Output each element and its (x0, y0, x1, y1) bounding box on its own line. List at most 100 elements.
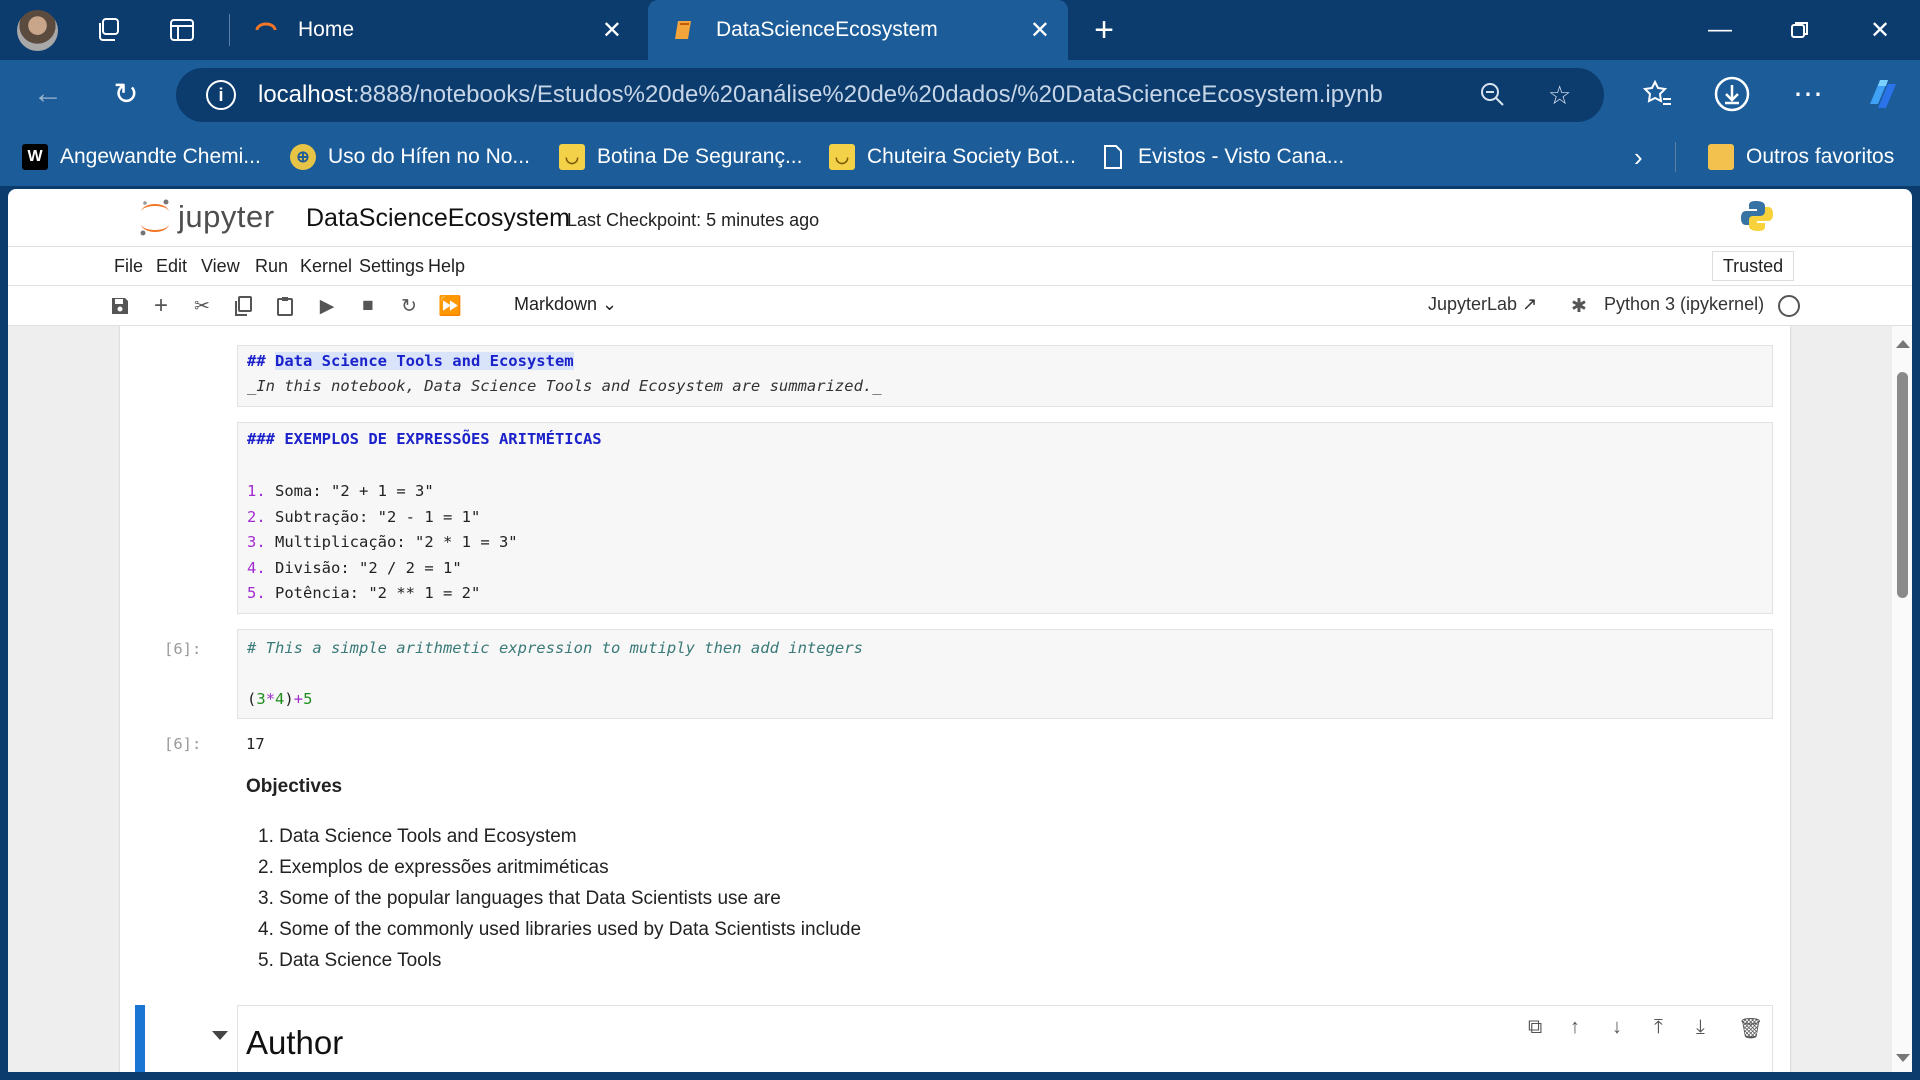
vertical-tabs-icon[interactable] (166, 14, 198, 46)
code-output: 17 (246, 735, 265, 753)
more-bookmarks-chevron-icon[interactable]: › (1634, 142, 1643, 172)
minimize-icon[interactable]: — (1680, 0, 1760, 60)
kernel-name[interactable]: Python 3 (ipykernel) (1604, 294, 1764, 315)
list-item: 5. Data Science Tools (258, 950, 442, 971)
author-heading: Author (246, 1024, 344, 1061)
menu-run[interactable]: Run (255, 256, 288, 277)
python-logo-icon (1740, 199, 1774, 238)
shop-icon: ◡ (559, 144, 585, 170)
notebook-scrollbar[interactable] (1892, 326, 1912, 1072)
list-item: 3. Multiplicação: "2 * 1 = 3" (247, 533, 518, 551)
site-icon: ⊕ (290, 144, 316, 170)
bookmark-hifen[interactable]: ⊕ Uso do Hífen no No... (290, 142, 530, 172)
bookmark-divider (1675, 142, 1676, 172)
cell-type-value: Markdown (514, 294, 598, 314)
code-cell[interactable]: # This a simple arithmetic expression to… (237, 629, 1773, 719)
scroll-up-icon[interactable] (1896, 340, 1910, 348)
browser-tab-bar: Home ✕ DataScienceEcosystem ✕ + — ✕ (0, 0, 1920, 60)
markdown-cell-title[interactable]: ## Data Science Tools and Ecosystem _In … (237, 345, 1773, 407)
notebook-name[interactable]: DataScienceEcosystem (306, 204, 570, 233)
markdown-cell-author[interactable]: Author ⧉ ↑ ↓ ⤒ ⤓ 🗑 (237, 1005, 1773, 1072)
close-tab-icon[interactable]: ✕ (602, 16, 622, 45)
close-tab-icon[interactable]: ✕ (1030, 16, 1050, 45)
md-heading: Data Science Tools and Ecosystem (275, 352, 574, 370)
cut-icon[interactable]: ✂ (189, 293, 215, 319)
scroll-down-icon[interactable] (1896, 1054, 1910, 1062)
restart-kernel-icon[interactable]: ↻ (396, 293, 422, 319)
active-cell-indicator[interactable] (135, 1005, 145, 1072)
favorite-star-icon[interactable]: ☆ (1548, 80, 1571, 111)
list-item: 1. Soma: "2 + 1 = 3" (247, 482, 434, 500)
menu-file[interactable]: File (114, 256, 143, 277)
paste-icon[interactable] (272, 293, 298, 319)
menu-edit[interactable]: Edit (156, 256, 187, 277)
scroll-thumb[interactable] (1897, 372, 1908, 598)
output-prompt: [6]: (164, 735, 202, 753)
move-down-icon[interactable]: ↓ (1612, 1016, 1622, 1039)
jupyterlab-label: JupyterLab (1428, 294, 1518, 314)
jupyter-header: jupyter DataScienceEcosystem Last Checkp… (8, 189, 1912, 247)
delete-cell-icon[interactable]: 🗑 (1738, 1016, 1763, 1041)
code-expression: (3*4)+5 (247, 690, 313, 708)
profile-avatar[interactable] (17, 10, 58, 51)
move-up-icon[interactable]: ↑ (1570, 1016, 1580, 1039)
collapse-heading-icon[interactable] (212, 1031, 228, 1040)
bookmark-chuteira[interactable]: ◡ Chuteira Society Bot... (829, 142, 1076, 172)
menu-bar: File Edit View Run Kernel Settings Help … (8, 247, 1912, 286)
cell-type-select[interactable]: Markdown ⌄ (514, 294, 617, 315)
tab-title: Home (298, 18, 355, 41)
folder-icon (1708, 144, 1734, 170)
objectives-heading: Objectives (246, 776, 343, 797)
run-all-icon[interactable]: ⏩ (437, 293, 463, 319)
chevron-down-icon: ⌄ (602, 294, 618, 314)
restore-icon[interactable] (1760, 0, 1840, 60)
more-options-icon[interactable]: ⋯ (1788, 74, 1828, 114)
tab-datascienceecosystem[interactable]: DataScienceEcosystem ✕ (648, 0, 1068, 60)
site-info-icon[interactable]: i (206, 80, 236, 110)
list-item: 5. Potência: "2 ** 1 = 2" (247, 584, 481, 602)
refresh-icon[interactable]: ↻ (106, 74, 146, 114)
bookmark-botina[interactable]: ◡ Botina De Seguranç... (559, 142, 802, 172)
bookmark-angewandte[interactable]: W Angewandte Chemi... (22, 142, 261, 172)
add-cell-icon[interactable]: + (148, 292, 174, 319)
menu-kernel[interactable]: Kernel (300, 256, 352, 277)
zoom-icon[interactable] (1478, 80, 1506, 115)
trusted-badge[interactable]: Trusted (1712, 251, 1794, 281)
interrupt-kernel-icon[interactable]: ■ (355, 293, 381, 319)
input-prompt: [6]: (164, 640, 202, 658)
menu-view[interactable]: View (201, 256, 240, 277)
workspaces-icon[interactable] (92, 14, 124, 46)
new-tab-icon[interactable]: + (1088, 11, 1120, 49)
jupyter-logo[interactable]: jupyter (138, 197, 275, 237)
copy-icon[interactable] (230, 293, 256, 319)
open-jupyterlab-link[interactable]: JupyterLab ↗ (1428, 294, 1537, 315)
md-examples-heading: ### EXEMPLOS DE EXPRESSÕES ARITMÉTICAS (247, 430, 602, 448)
debugger-icon[interactable]: ✱ (1566, 293, 1592, 319)
insert-below-icon[interactable]: ⤓ (1696, 1016, 1705, 1039)
close-window-icon[interactable]: ✕ (1840, 0, 1920, 60)
menu-settings[interactable]: Settings (359, 256, 424, 277)
bookmarks-bar: W Angewandte Chemi... ⊕ Uso do Hífen no … (0, 128, 1920, 186)
list-item: 4. Divisão: "2 / 2 = 1" (247, 559, 462, 577)
back-icon[interactable]: ← (28, 74, 68, 114)
bookmark-label: Evistos - Visto Cana... (1138, 145, 1345, 168)
shop-icon: ◡ (829, 144, 855, 170)
address-bar[interactable]: i localhost:8888/notebooks/Estudos%20de%… (176, 68, 1604, 122)
kernel-status-icon (1778, 295, 1800, 317)
run-cell-icon[interactable]: ▶ (314, 293, 340, 319)
markdown-cell-examples[interactable]: ### EXEMPLOS DE EXPRESSÕES ARITMÉTICAS 1… (237, 422, 1773, 614)
other-favorites[interactable]: Outros favoritos (1708, 142, 1894, 172)
bookmark-evistos[interactable]: Evistos - Visto Cana... (1100, 142, 1344, 172)
list-item: 3. Some of the popular languages that Da… (258, 888, 781, 909)
tab-home[interactable]: Home ✕ (230, 0, 640, 60)
downloads-icon[interactable] (1712, 74, 1752, 114)
copilot-icon[interactable] (1862, 74, 1902, 114)
menu-help[interactable]: Help (428, 256, 465, 277)
insert-above-icon[interactable]: ⤒ (1654, 1016, 1663, 1039)
bookmark-label: Angewandte Chemi... (60, 145, 261, 168)
favorites-icon[interactable] (1638, 74, 1678, 114)
md-heading-prefix: ## (247, 352, 275, 370)
url-host: localhost (258, 81, 353, 108)
save-icon[interactable] (107, 293, 133, 319)
duplicate-cell-icon[interactable]: ⧉ (1528, 1016, 1542, 1039)
